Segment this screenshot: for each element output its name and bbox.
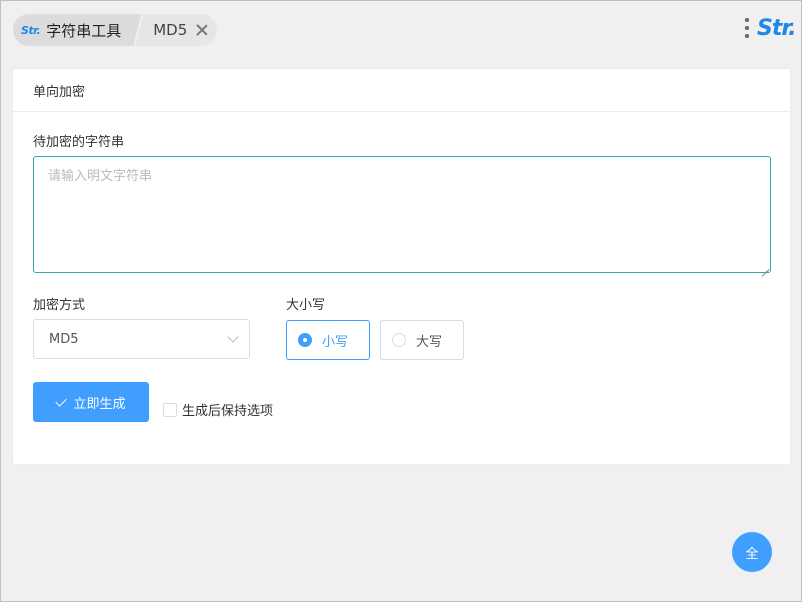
breadcrumb-home[interactable]: Str. 字符串工具 <box>13 14 141 46</box>
method-selected-value: MD5 <box>49 331 79 347</box>
case-option-lower-label: 小写 <box>322 334 349 350</box>
case-option-lower[interactable]: 小写 <box>286 320 370 360</box>
keep-option[interactable]: 生成后保持选项 <box>163 400 273 419</box>
card-title: 单向加密 <box>13 69 790 112</box>
close-icon[interactable] <box>195 23 209 37</box>
str-logo-icon: Str. <box>21 23 41 37</box>
method-label: 加密方式 <box>33 298 86 313</box>
keep-option-checkbox[interactable] <box>163 402 177 417</box>
radio-checked-icon <box>298 333 312 347</box>
encrypt-card: 单向加密 待加密的字符串 请输入明文字符串 加密方式 MD5 大小写 小写 大写… <box>12 68 791 465</box>
breadcrumb-current[interactable]: MD5 <box>135 14 218 46</box>
generate-button[interactable]: 立即生成 <box>33 382 149 422</box>
plaintext-input[interactable]: 请输入明文字符串 <box>33 156 771 273</box>
case-option-upper-label: 大写 <box>416 334 443 350</box>
method-select[interactable]: MD5 <box>33 319 250 359</box>
header-bar: Str. 字符串工具 MD5 Str. <box>1 1 801 57</box>
case-label: 大小写 <box>286 298 326 313</box>
case-option-upper[interactable]: 大写 <box>380 320 464 360</box>
breadcrumb-current-label: MD5 <box>153 21 188 39</box>
check-icon <box>55 394 68 407</box>
radio-unchecked-icon <box>392 333 406 347</box>
input-label: 待加密的字符串 <box>33 135 125 150</box>
breadcrumb-home-label: 字符串工具 <box>46 21 122 40</box>
brand-logo[interactable]: Str. <box>757 16 796 41</box>
keep-option-label: 生成后保持选项 <box>182 404 274 419</box>
fullscreen-button[interactable]: 全 <box>732 532 772 572</box>
chevron-down-icon <box>227 331 239 343</box>
resize-handle-icon[interactable] <box>759 261 769 271</box>
generate-button-label: 立即生成 <box>73 396 126 412</box>
plaintext-placeholder: 请输入明文字符串 <box>48 169 153 184</box>
breadcrumb: Str. 字符串工具 MD5 <box>13 14 218 46</box>
more-vertical-icon[interactable] <box>745 18 751 40</box>
